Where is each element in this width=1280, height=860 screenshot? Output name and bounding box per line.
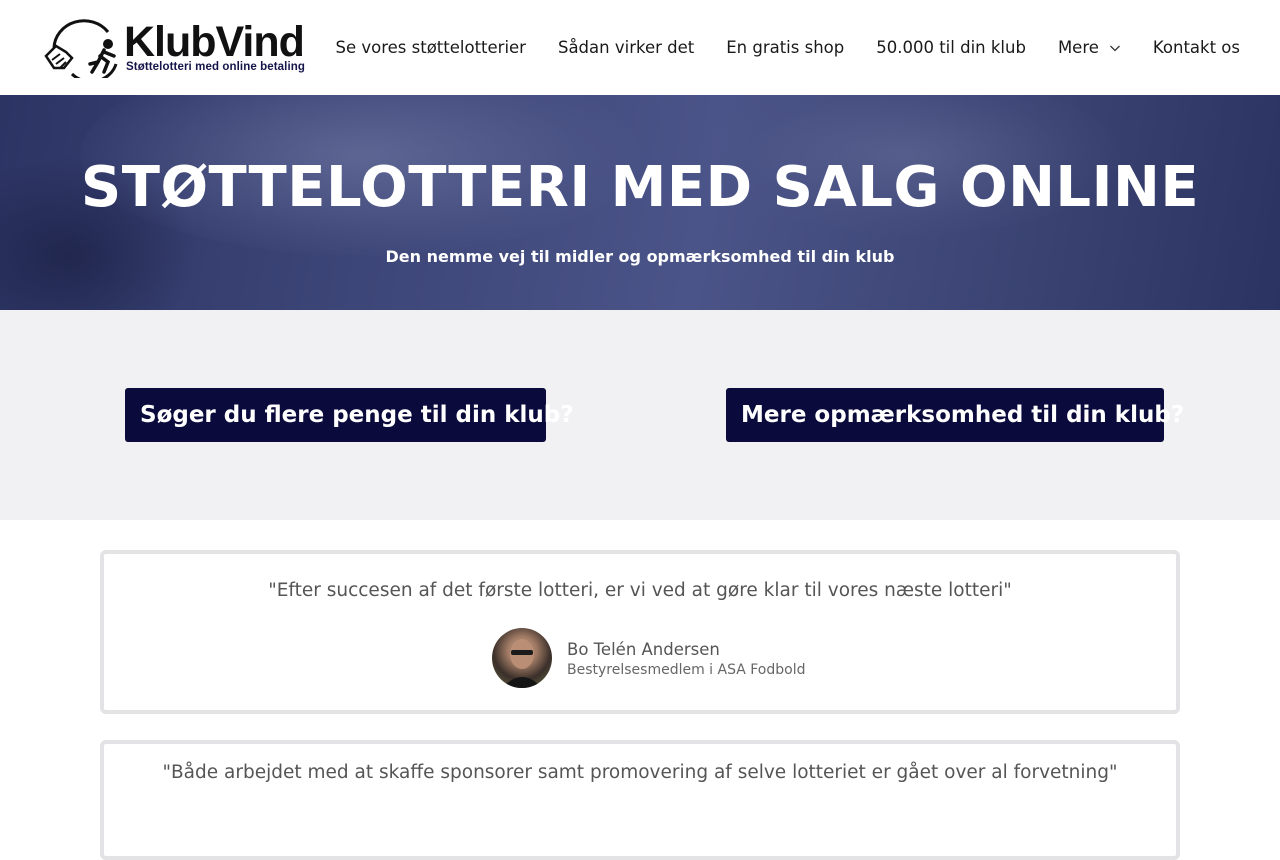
nav-item-gratis-shop[interactable]: En gratis shop (726, 38, 844, 57)
logo-tagline: Støttelotteri med online betaling (126, 61, 306, 73)
main-navigation: Se vores støttelotterier Sådan virker de… (336, 0, 1241, 95)
person-photo-icon (502, 639, 542, 688)
site-header: KlubVind Støttelotteri med online betali… (0, 0, 1280, 95)
avatar (492, 628, 552, 688)
author-role: Bestyrelsesmedlem i ASA Fodbold (567, 662, 806, 678)
testimonial-card: "Efter succesen af det første lotteri, e… (100, 550, 1180, 714)
hero-title: STØTTELOTTERI MED SALG ONLINE (80, 155, 1200, 220)
nav-item-mere[interactable]: Mere (1058, 38, 1121, 57)
handshake-runner-icon (44, 19, 118, 78)
nav-item-sadan-virker-det[interactable]: Sådan virker det (558, 38, 694, 57)
testimonial-quote: "Både arbejdet med at skaffe sponsorer s… (162, 762, 1118, 783)
testimonial-quote: "Efter succesen af det første lotteri, e… (268, 580, 1012, 601)
nav-item-mere-label: Mere (1057, 38, 1099, 57)
more-attention-button[interactable]: Mere opmærksomhed til din klub? (726, 388, 1184, 442)
hero-subtitle: Den nemme vej til midler og opmærksomhed… (385, 247, 895, 266)
hero-banner: STØTTELOTTERI MED SALG ONLINE Den nemme … (0, 95, 1280, 310)
chevron-down-icon (1109, 45, 1120, 51)
klubvind-logo[interactable]: KlubVind Støttelotteri med online betali… (42, 18, 312, 80)
author-name: Bo Telén Andersen (567, 640, 720, 659)
nav-item-50000-til-din-klub[interactable]: 50.000 til din klub (876, 38, 1026, 57)
more-money-button[interactable]: Søger du flere penge til din klub? (125, 388, 574, 442)
nav-item-stottelotterier[interactable]: Se vores støttelotterier (336, 38, 526, 57)
testimonial-card: "Både arbejdet med at skaffe sponsorer s… (100, 740, 1180, 860)
nav-item-kontakt-os[interactable]: Kontakt os (1153, 38, 1240, 57)
logo-wordmark: KlubVind (124, 18, 305, 66)
cta-section: Søger du flere penge til din klub? Mere … (0, 310, 1280, 520)
